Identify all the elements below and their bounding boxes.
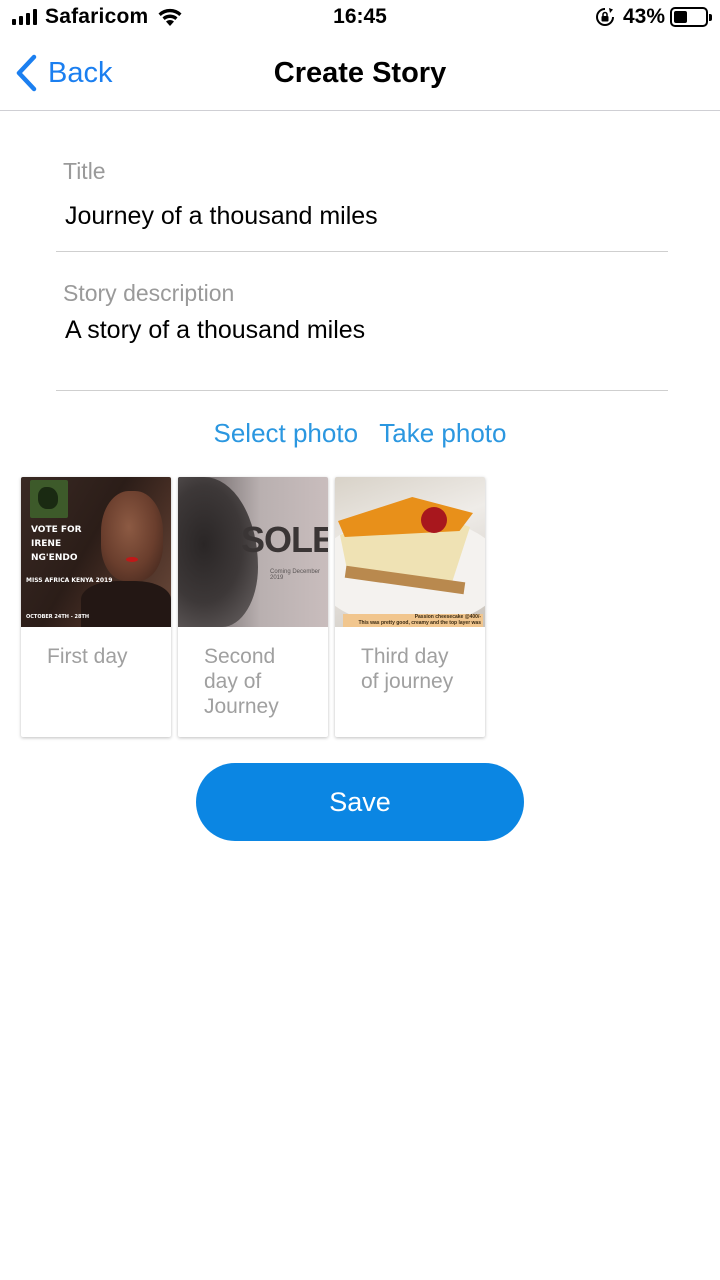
save-button[interactable]: Save: [196, 763, 524, 841]
title-input[interactable]: [65, 202, 655, 231]
photo-caption-input[interactable]: Second day of Journey: [178, 627, 328, 719]
photo-thumbnail[interactable]: SOLEi Coming December 2019: [178, 477, 328, 627]
page-title: Create Story: [273, 57, 447, 89]
miss-africa-logo: [30, 480, 68, 518]
passion-topping: [338, 497, 473, 537]
poster-name-1: IRENE: [31, 539, 62, 549]
photo-label-text: Passion cheesecake @400/- This was prett…: [345, 614, 481, 626]
portrait-face: [101, 491, 163, 581]
poster-vote: VOTE FOR: [31, 525, 82, 535]
photo-caption-input[interactable]: First day: [21, 627, 171, 669]
portrait-lips: [126, 557, 138, 562]
battery-icon: [670, 7, 712, 27]
poster-name-2: NG'ENDO: [31, 553, 78, 563]
photo-cards: VOTE FOR IRENE NG'ENDO MISS AFRICA KENYA…: [21, 477, 485, 737]
rotation-lock-icon: [596, 8, 614, 26]
poster-dates: OCTOBER 24TH - 28TH: [26, 614, 90, 620]
poster-subline: Coming December 2019: [270, 569, 321, 581]
poster-text: VOTE FOR IRENE NG'ENDO: [31, 523, 82, 565]
status-right: 43%: [595, 4, 712, 30]
photo-thumbnail[interactable]: Passion cheesecake @400/- This was prett…: [335, 477, 485, 627]
navigation-bar: Back Create Story: [0, 36, 720, 111]
photo-label-line-2: This was pretty good, creamy and the top…: [358, 620, 481, 626]
title-label: Title: [63, 158, 106, 184]
battery-fill: [674, 11, 687, 23]
select-photo-link[interactable]: Select photo: [213, 418, 358, 448]
photo-thumbnail[interactable]: VOTE FOR IRENE NG'ENDO MISS AFRICA KENYA…: [21, 477, 171, 627]
photo-actions: Select photo Take photo: [0, 418, 720, 449]
take-photo-link[interactable]: Take photo: [379, 418, 506, 448]
title-field[interactable]: Title: [56, 152, 668, 252]
description-input[interactable]: [65, 316, 655, 345]
photo-caption-input[interactable]: Third day of journey: [335, 627, 485, 694]
photo-card[interactable]: VOTE FOR IRENE NG'ENDO MISS AFRICA KENYA…: [21, 477, 171, 737]
description-label: Story description: [63, 280, 235, 306]
poster-event: MISS AFRICA KENYA 2019: [26, 577, 113, 584]
berry-garnish: [421, 507, 447, 533]
status-bar: Safaricom 16:45 43%: [0, 0, 720, 36]
poster-headline: SOLEi: [241, 519, 328, 560]
photo-card[interactable]: SOLEi Coming December 2019 Second day of…: [178, 477, 328, 737]
battery-percent: 43%: [622, 5, 665, 28]
description-field[interactable]: Story description: [56, 274, 668, 391]
photo-card[interactable]: Passion cheesecake @400/- This was prett…: [335, 477, 485, 737]
portrait-dress: [81, 581, 171, 627]
